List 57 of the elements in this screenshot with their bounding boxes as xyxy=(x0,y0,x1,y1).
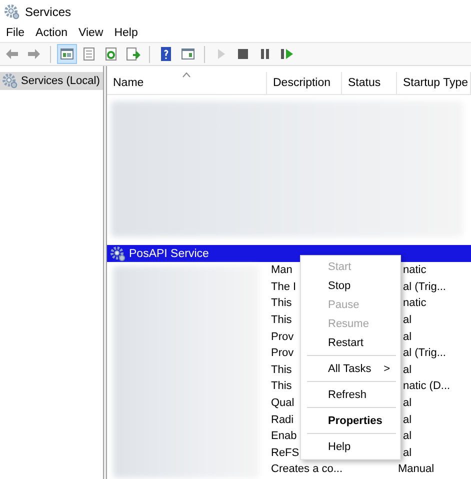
table-cell-text: al xyxy=(402,314,412,326)
table-cell-text: Prov xyxy=(270,347,294,360)
export-icon xyxy=(125,46,141,62)
table-cell-text: Prov xyxy=(270,330,294,343)
table-cell-text: al xyxy=(402,414,412,426)
services-icon xyxy=(2,73,18,89)
tree-item[interactable]: Services (Local) xyxy=(0,72,103,90)
table-cell-text: Man xyxy=(270,264,292,276)
menu-item[interactable]: Stop xyxy=(301,276,400,295)
stop-icon xyxy=(235,46,251,62)
menu-item[interactable]: Refresh xyxy=(301,385,400,404)
forward-arrow-icon xyxy=(26,46,42,62)
table-cell-text: al (Trig... xyxy=(402,347,446,360)
help-icon xyxy=(158,46,174,62)
submenu-arrow: > xyxy=(384,362,390,374)
menu-item[interactable]: View xyxy=(74,27,110,39)
toolbar-button[interactable] xyxy=(57,44,77,64)
table-cell-text: The I xyxy=(270,280,296,293)
table-cell-text: This xyxy=(270,297,292,310)
table-cell-text: This xyxy=(270,380,292,392)
table-cell-text: Enab xyxy=(270,430,297,442)
menu-item[interactable]: Help xyxy=(110,27,145,39)
menu-item[interactable]: Action xyxy=(32,27,74,39)
table-cell-text: ReFS xyxy=(270,446,300,459)
table-cell-text: al (Trig... xyxy=(402,280,446,293)
table-cell-text: al xyxy=(402,446,412,459)
resume-icon xyxy=(279,46,295,62)
column-header[interactable]: Status xyxy=(342,72,397,94)
services-icon xyxy=(4,4,20,20)
column-header[interactable]: Description xyxy=(267,72,342,94)
refresh-icon xyxy=(103,46,119,62)
window-title: Services xyxy=(25,5,72,19)
table-cell-text: natic (D... xyxy=(402,380,450,392)
table-cell-text: Radi xyxy=(270,414,294,426)
menu-item[interactable]: All Tasks > xyxy=(301,359,400,378)
menu-item[interactable]: Restart xyxy=(301,333,400,352)
table-cell-text: Creates a co... xyxy=(270,463,343,476)
table-cell-text: natic xyxy=(402,297,426,310)
table-cell-text: Qual xyxy=(270,397,294,410)
table-cell-text: al xyxy=(402,330,412,343)
action-pane-icon xyxy=(180,46,196,62)
table-cell-text: This xyxy=(270,314,292,326)
sort-caret-icon xyxy=(182,72,191,78)
column-header[interactable]: Name xyxy=(107,72,267,94)
console-tree-icon xyxy=(59,46,75,62)
table-cell-text: al xyxy=(402,364,412,376)
properties-icon xyxy=(81,46,97,62)
table-cell-text: This xyxy=(270,364,292,376)
table-cell-text: natic xyxy=(402,264,426,276)
table-cell-text: Manual xyxy=(397,463,434,476)
menu-item[interactable]: Properties xyxy=(301,411,400,430)
column-header[interactable]: Startup Type xyxy=(397,72,471,94)
service-icon xyxy=(110,246,126,262)
table-cell-text: al xyxy=(402,430,412,442)
table-cell-text: al xyxy=(402,397,412,410)
menu-item[interactable]: Help xyxy=(301,437,400,456)
menu-item[interactable]: File xyxy=(2,27,32,39)
